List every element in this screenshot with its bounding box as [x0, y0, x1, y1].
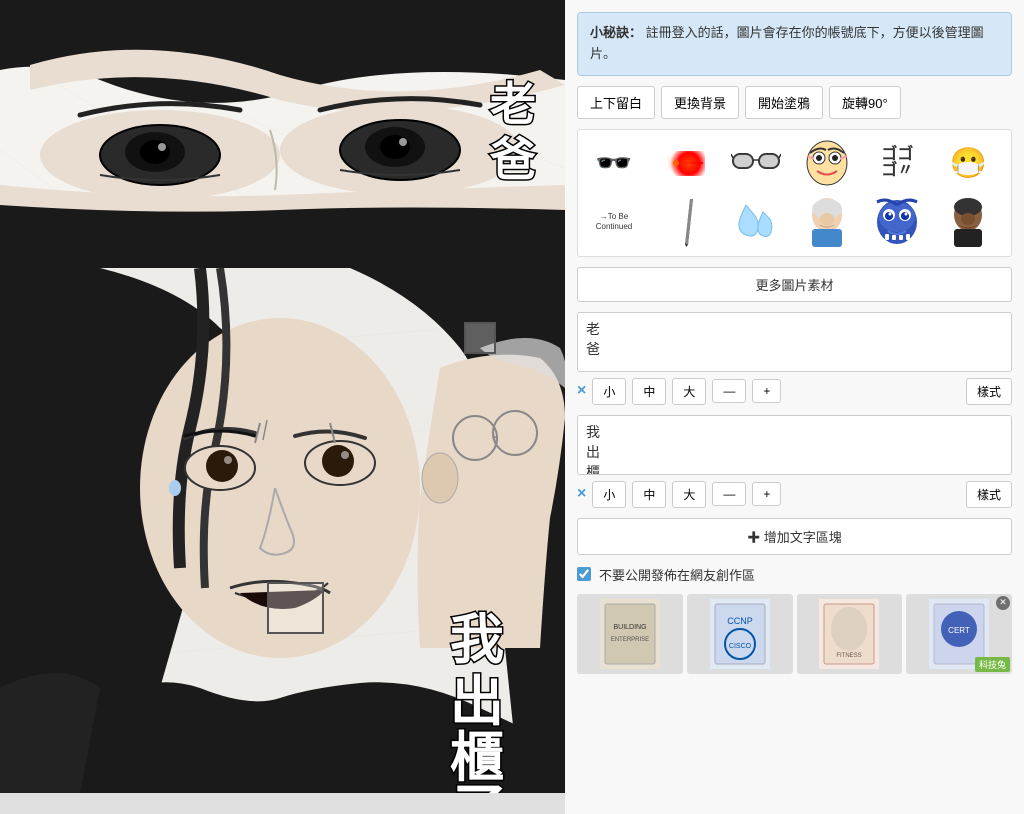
sticker-person-dark[interactable]	[938, 195, 998, 250]
sticker-katakana[interactable]: ゴゴゴ〃	[867, 136, 927, 191]
ad-banner: BUILDING ENTERPRISE CCNP CISCO FITNESS	[577, 594, 1012, 674]
svg-text:我: 我	[450, 610, 504, 670]
size-large-2-button[interactable]: 大	[672, 481, 706, 508]
delete-text-1-button[interactable]: ×	[577, 382, 586, 400]
sticker-grid: 🕶️	[577, 129, 1012, 257]
sticker-mask[interactable]: 😷	[938, 136, 998, 191]
tip-label: 小秘訣：	[590, 25, 642, 40]
text-controls-1: × 小 中 大 — + 樣式	[577, 378, 1012, 405]
ad-item-3[interactable]: FITNESS	[797, 594, 903, 674]
top-bottom-margin-button[interactable]: 上下留白	[577, 86, 655, 119]
ad-item-2[interactable]: CCNP CISCO	[687, 594, 793, 674]
sticker-laser-eye[interactable]	[655, 136, 715, 191]
tip-content: 註冊登入的話，圖片會存在你的帳號底下，方便以後管理圖片。	[590, 25, 984, 61]
sticker-to-be-continued[interactable]: →To BeContinued	[584, 195, 644, 250]
svg-text:CERT: CERT	[948, 626, 970, 635]
add-text-block-button[interactable]: ✚ 增加文字區塊	[577, 518, 1012, 555]
size-plus-2-button[interactable]: +	[752, 482, 781, 506]
text-input-1[interactable]: 老 爸	[577, 312, 1012, 372]
tip-box: 小秘訣： 註冊登入的話，圖片會存在你的帳號底下，方便以後管理圖片。	[577, 12, 1012, 76]
sticker-blue-monster[interactable]	[867, 195, 927, 250]
ad-item-4[interactable]: CERT ✕ 科技兔	[906, 594, 1012, 674]
start-paint-button[interactable]: 開始塗鴉	[745, 86, 823, 119]
svg-text:櫃: 櫃	[450, 728, 504, 788]
style-1-button[interactable]: 樣式	[966, 378, 1012, 405]
ad-badge: 科技兔	[975, 657, 1010, 672]
sticker-water-drops[interactable]	[726, 195, 786, 250]
rotate90-button[interactable]: 旋轉90°	[829, 86, 901, 119]
change-bg-button[interactable]: 更換背景	[661, 86, 739, 119]
ad-close-button[interactable]: ✕	[996, 596, 1010, 610]
text-block-1: 老 爸 × 小 中 大 — + 樣式	[577, 312, 1012, 405]
manga-panel-bottom[interactable]: 我 出 櫃 了	[0, 268, 565, 793]
delete-text-2-button[interactable]: ×	[577, 485, 586, 503]
privacy-label[interactable]: 不要公開發佈在網友創作區	[599, 565, 755, 584]
svg-text:FITNESS: FITNESS	[837, 653, 862, 659]
svg-text:CCNP: CCNP	[727, 616, 753, 626]
size-medium-1-button[interactable]: 中	[632, 378, 666, 405]
privacy-row: 不要公開發佈在網友創作區	[577, 565, 1012, 584]
size-small-1-button[interactable]: 小	[592, 378, 626, 405]
svg-text:爸: 爸	[489, 133, 536, 185]
svg-text:BUILDING: BUILDING	[613, 624, 646, 631]
size-plus-1-button[interactable]: +	[752, 379, 781, 403]
sticker-anime-face[interactable]	[797, 136, 857, 191]
size-medium-2-button[interactable]: 中	[632, 481, 666, 508]
right-panel: 小秘訣： 註冊登入的話，圖片會存在你的帳號底下，方便以後管理圖片。 上下留白 更…	[565, 0, 1024, 814]
toolbar-row: 上下留白 更換背景 開始塗鴉 旋轉90°	[577, 86, 1012, 119]
size-small-2-button[interactable]: 小	[592, 481, 626, 508]
size-minus-2-button[interactable]: —	[712, 482, 746, 506]
ad-item-1[interactable]: BUILDING ENTERPRISE	[577, 594, 683, 674]
svg-text:CISCO: CISCO	[729, 643, 752, 650]
style-2-button[interactable]: 樣式	[966, 481, 1012, 508]
svg-text:ENTERPRISE: ENTERPRISE	[611, 637, 649, 643]
sticker-sunglasses[interactable]: 🕶️	[584, 136, 644, 191]
sticker-needle[interactable]	[655, 195, 715, 250]
text-input-2[interactable]: 我 出 櫃 了	[577, 415, 1012, 475]
text-controls-2: × 小 中 大 — + 樣式	[577, 481, 1012, 508]
svg-text:出: 出	[450, 672, 504, 732]
svg-text:了: 了	[453, 780, 507, 793]
size-minus-1-button[interactable]: —	[712, 379, 746, 403]
size-large-1-button[interactable]: 大	[672, 378, 706, 405]
sticker-aviator[interactable]	[726, 136, 786, 191]
svg-text:老: 老	[490, 78, 536, 130]
manga-panel-top[interactable]: 老 爸	[0, 0, 565, 268]
sticker-person-bezos[interactable]	[797, 195, 857, 250]
text-block-2: 我 出 櫃 了 × 小 中 大 — + 樣式	[577, 415, 1012, 508]
privacy-checkbox[interactable]	[577, 567, 591, 581]
left-panel: 老 爸	[0, 0, 565, 814]
more-stickers-button[interactable]: 更多圖片素材	[577, 267, 1012, 302]
